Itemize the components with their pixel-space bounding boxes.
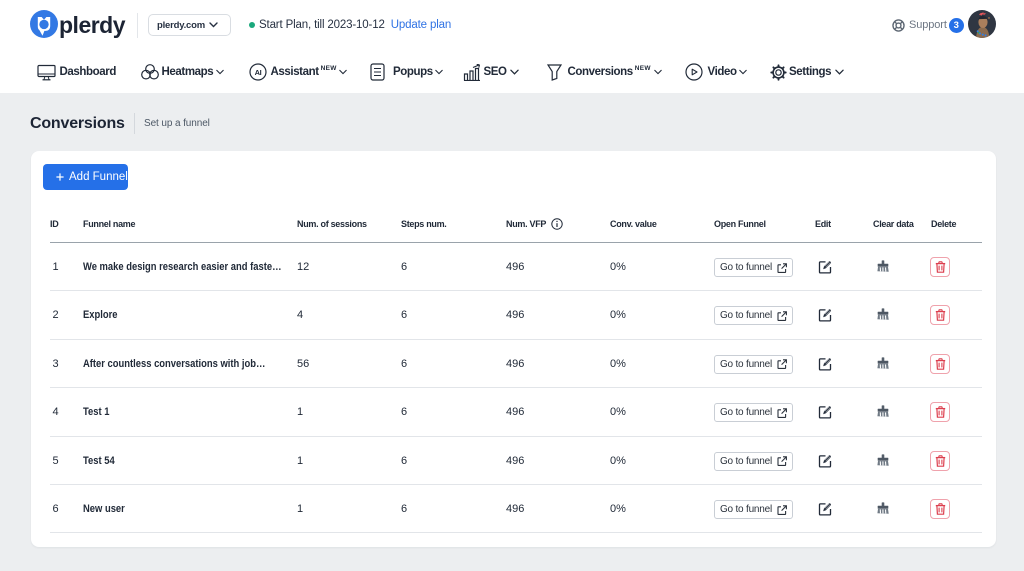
- svg-text:AI: AI: [254, 68, 261, 77]
